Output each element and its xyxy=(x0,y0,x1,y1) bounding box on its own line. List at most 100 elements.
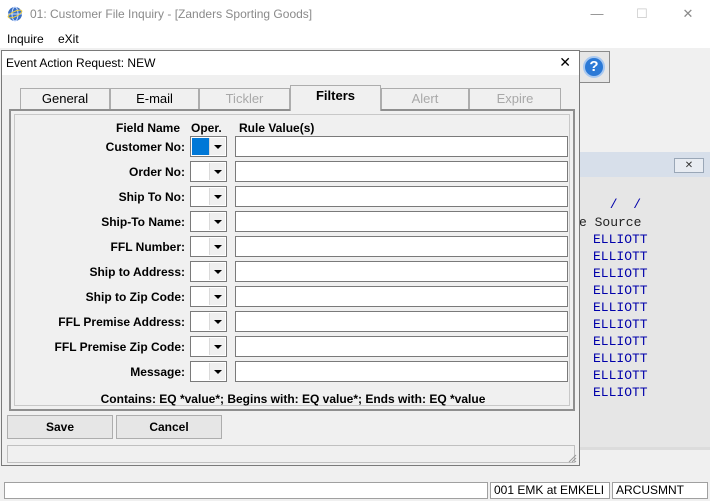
field-label-message: Message: xyxy=(130,365,185,379)
minimize-button[interactable]: — xyxy=(586,4,608,24)
oper-select-ship-to-zip[interactable] xyxy=(190,286,227,307)
menu-inquire[interactable]: Inquire xyxy=(7,32,44,46)
chevron-down-icon[interactable] xyxy=(209,288,225,305)
operator-help-text: Contains: EQ *value*; Begins with: EQ va… xyxy=(100,392,486,406)
maximize-button[interactable]: ☐ xyxy=(631,4,653,24)
source-value: ELLIOTT xyxy=(593,351,648,366)
rule-value-header: Rule Value(s) xyxy=(239,121,315,135)
oper-value xyxy=(192,263,209,280)
resize-grip-icon[interactable] xyxy=(567,453,577,463)
tab-tickler: Tickler xyxy=(199,88,290,109)
tab-filters[interactable]: Filters xyxy=(290,85,381,111)
oper-value xyxy=(192,163,209,180)
source-value: ELLIOTT xyxy=(593,334,648,349)
chevron-down-icon[interactable] xyxy=(209,188,225,205)
tab-expire: Expire xyxy=(469,88,561,109)
oper-select-message[interactable] xyxy=(190,361,227,382)
oper-value xyxy=(192,238,209,255)
status-program: ARCUSMNT xyxy=(612,482,708,499)
dialog-title: Event Action Request: NEW xyxy=(6,56,156,70)
background-pane-header: ✕ xyxy=(580,152,710,177)
chevron-down-icon[interactable] xyxy=(209,313,225,330)
oper-select-ffl-premise-zip[interactable] xyxy=(190,336,227,357)
rule-input-ffl-premise-address[interactable] xyxy=(235,311,568,332)
field-label-ship-to-address: Ship to Address: xyxy=(89,265,185,279)
oper-header: Oper. xyxy=(191,121,222,135)
chevron-down-icon[interactable] xyxy=(209,213,225,230)
dialog-tabs: General E-mail Tickler Filters Alert Exp… xyxy=(20,85,565,111)
rule-input-ship-to-name[interactable] xyxy=(235,211,568,232)
source-value: ELLIOTT xyxy=(593,249,648,264)
source-value: ELLIOTT xyxy=(593,266,648,281)
oper-value xyxy=(192,188,209,205)
oper-value xyxy=(192,363,209,380)
dialog-close-button[interactable]: ✕ xyxy=(559,54,571,71)
oper-select-customer-no[interactable] xyxy=(190,136,227,157)
field-label-customer-no: Customer No: xyxy=(105,140,185,154)
field-label-ship-to-name: Ship-To Name: xyxy=(101,215,185,229)
dialog-title-bar: Event Action Request: NEW ✕ xyxy=(2,51,579,75)
rule-input-customer-no[interactable] xyxy=(235,136,568,157)
source-value: ELLIOTT xyxy=(593,385,648,400)
chevron-down-icon[interactable] xyxy=(209,163,225,180)
menu-exit[interactable]: eXit xyxy=(58,32,79,46)
window-title: 01: Customer File Inquiry - [Zanders Spo… xyxy=(30,7,313,21)
save-button[interactable]: Save xyxy=(7,415,113,439)
field-label-ffl-premise-zip: FFL Premise Zip Code: xyxy=(54,340,185,354)
oper-select-order-no[interactable] xyxy=(190,161,227,182)
tab-general[interactable]: General xyxy=(20,88,110,109)
rule-input-message[interactable] xyxy=(235,361,568,382)
chevron-down-icon[interactable] xyxy=(209,338,225,355)
oper-value xyxy=(192,313,209,330)
field-label-ffl-number: FFL Number: xyxy=(110,240,185,254)
chevron-down-icon[interactable] xyxy=(209,263,225,280)
close-window-button[interactable]: ✕ xyxy=(677,4,699,24)
background-pane-close-button[interactable]: ✕ xyxy=(674,158,704,173)
oper-value xyxy=(192,288,209,305)
tab-email[interactable]: E-mail xyxy=(110,88,199,109)
oper-value xyxy=(192,213,209,230)
oper-value xyxy=(192,338,209,355)
field-label-ship-to-zip: Ship to Zip Code: xyxy=(85,290,185,304)
source-value: ELLIOTT xyxy=(593,317,648,332)
oper-select-ship-to-no[interactable] xyxy=(190,186,227,207)
rule-input-ship-to-address[interactable] xyxy=(235,261,568,282)
app-title-bar: 01: Customer File Inquiry - [Zanders Spo… xyxy=(0,0,710,30)
source-value: ELLIOTT xyxy=(593,300,648,315)
source-column-header: e Source xyxy=(579,215,642,230)
background-inquiry-pane: ✕ / / e Source ELLIOTT ELLIOTT ELLIOTT E… xyxy=(579,152,710,450)
tab-alert: Alert xyxy=(381,88,469,109)
rule-input-ship-to-zip[interactable] xyxy=(235,286,568,307)
filters-panel-inner: Field Name Oper. Rule Value(s) Customer … xyxy=(14,114,570,406)
oper-select-ffl-premise-address[interactable] xyxy=(190,311,227,332)
field-label-ffl-premise-address: FFL Premise Address: xyxy=(58,315,185,329)
source-value: ELLIOTT xyxy=(593,283,648,298)
chevron-down-icon[interactable] xyxy=(209,238,225,255)
oper-select-ffl-number[interactable] xyxy=(190,236,227,257)
oper-select-ship-to-address[interactable] xyxy=(190,261,227,282)
background-terminal: / / e Source ELLIOTT ELLIOTT ELLIOTT ELL… xyxy=(579,177,710,447)
app-globe-icon xyxy=(7,6,23,22)
chevron-down-icon[interactable] xyxy=(209,363,225,380)
source-value: ELLIOTT xyxy=(593,368,648,383)
date-slashes: / / xyxy=(602,197,642,212)
source-value: ELLIOTT xyxy=(593,232,648,247)
field-label-ship-to-no: Ship To No: xyxy=(118,190,185,204)
rule-input-ffl-number[interactable] xyxy=(235,236,568,257)
oper-select-ship-to-name[interactable] xyxy=(190,211,227,232)
cancel-button[interactable]: Cancel xyxy=(116,415,222,439)
status-message-cell xyxy=(4,482,488,499)
filters-panel: Field Name Oper. Rule Value(s) Customer … xyxy=(9,109,575,411)
rule-input-ship-to-no[interactable] xyxy=(235,186,568,207)
event-action-dialog: Event Action Request: NEW ✕ General E-ma… xyxy=(1,50,580,466)
oper-value xyxy=(192,138,209,155)
menu-bar: Inquire eXit xyxy=(0,30,710,48)
field-name-header: Field Name xyxy=(116,121,181,135)
chevron-down-icon[interactable] xyxy=(209,138,225,155)
dialog-status-bar xyxy=(7,445,575,463)
help-button[interactable]: ? xyxy=(578,51,610,83)
rule-input-ffl-premise-zip[interactable] xyxy=(235,336,568,357)
field-label-order-no: Order No: xyxy=(128,165,185,179)
rule-input-order-no[interactable] xyxy=(235,161,568,182)
help-icon: ? xyxy=(583,56,605,78)
